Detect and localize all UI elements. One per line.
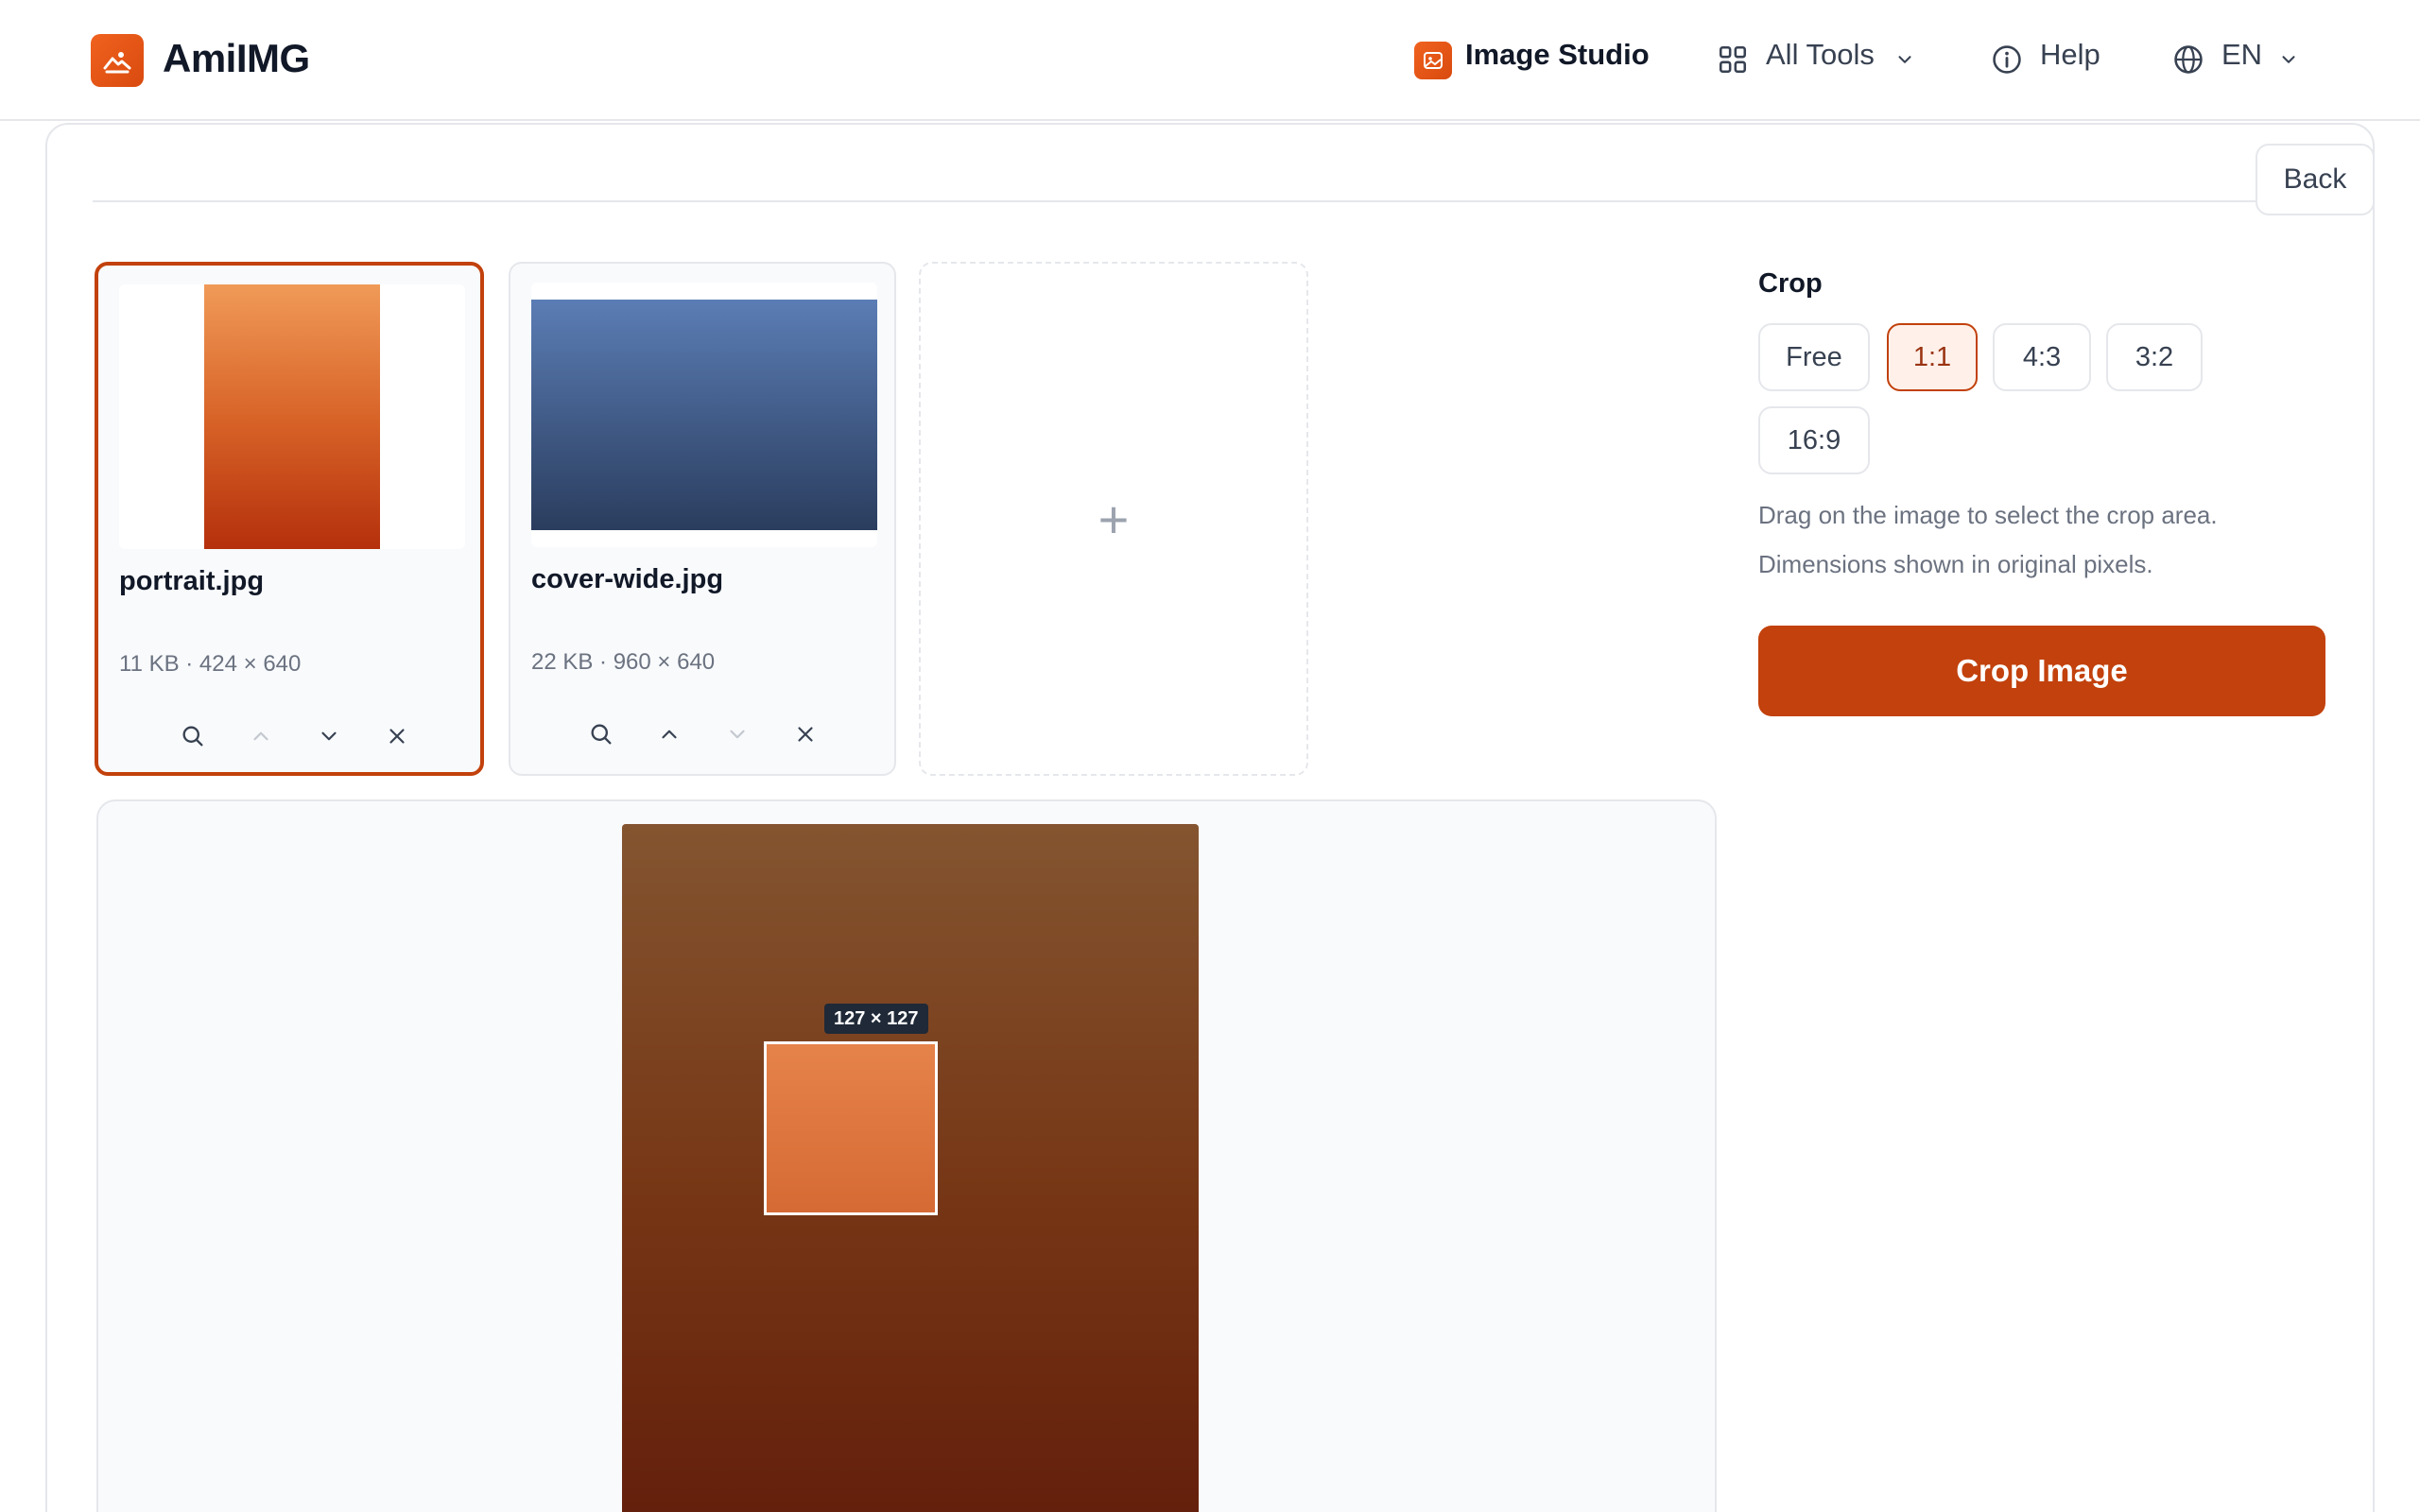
zoom-icon[interactable] bbox=[584, 717, 618, 751]
file-name: portrait.jpg bbox=[119, 566, 265, 596]
move-up-icon[interactable] bbox=[652, 717, 686, 751]
thumbnail-frame bbox=[119, 284, 465, 549]
file-actions bbox=[510, 717, 894, 755]
file-meta: 22 KB · 960 × 640 bbox=[531, 649, 716, 675]
file-actions bbox=[98, 719, 480, 757]
file-meta: 11 KB · 424 × 640 bbox=[119, 651, 302, 677]
file-name: cover-wide.jpg bbox=[531, 564, 724, 594]
thumbnail-image bbox=[204, 284, 380, 549]
ratio-16-9-button[interactable]: 16:9 bbox=[1758, 406, 1870, 474]
chevron-down-icon[interactable] bbox=[1894, 49, 1915, 70]
preview-image[interactable]: 127 × 127 bbox=[622, 824, 1199, 1512]
move-up-icon[interactable] bbox=[244, 719, 278, 753]
language-selector[interactable]: EN bbox=[2221, 38, 2262, 72]
ratio-3-2-button[interactable]: 3:2 bbox=[2106, 323, 2203, 391]
mountain-image-icon bbox=[103, 52, 131, 74]
thumbnail-image bbox=[531, 300, 877, 530]
globe-icon bbox=[2174, 45, 2203, 74]
file-card-portrait[interactable]: portrait.jpg 11 KB · 424 × 640 bbox=[95, 262, 484, 776]
crop-image-button[interactable]: Crop Image bbox=[1758, 626, 2325, 716]
divider bbox=[93, 200, 2257, 202]
logo-text[interactable]: AmiIMG bbox=[163, 36, 310, 81]
crop-preview-area: 127 × 127 bbox=[96, 799, 1717, 1512]
ratio-4-3-button[interactable]: 4:3 bbox=[1993, 323, 2091, 391]
crop-hint-dimensions: Dimensions shown in original pixels. bbox=[1758, 550, 2153, 578]
ratio-free-button[interactable]: Free bbox=[1758, 323, 1870, 391]
chevron-down-icon[interactable] bbox=[2278, 49, 2299, 70]
top-header: AmiIMG Image Studio All Tools Help EN bbox=[0, 0, 2420, 121]
remove-icon[interactable] bbox=[788, 717, 822, 751]
thumbnail-frame bbox=[531, 283, 877, 547]
logo-icon[interactable] bbox=[91, 34, 144, 87]
info-icon bbox=[1993, 45, 2021, 74]
file-card-cover-wide[interactable]: cover-wide.jpg 22 KB · 960 × 640 bbox=[509, 262, 896, 776]
crop-selection-box[interactable] bbox=[764, 1041, 938, 1215]
remove-icon[interactable] bbox=[380, 719, 414, 753]
nav-all-tools[interactable]: All Tools bbox=[1766, 38, 1875, 72]
crop-section-title: Crop bbox=[1758, 268, 1823, 299]
grid-icon bbox=[1719, 45, 1747, 74]
move-down-icon[interactable] bbox=[312, 719, 346, 753]
add-image-button[interactable]: + bbox=[919, 262, 1308, 776]
nav-help[interactable]: Help bbox=[2040, 38, 2100, 72]
move-down-icon[interactable] bbox=[720, 717, 754, 751]
back-button[interactable]: Back bbox=[2256, 144, 2375, 215]
nav-image-studio[interactable]: Image Studio bbox=[1465, 38, 1650, 72]
zoom-icon[interactable] bbox=[176, 719, 210, 753]
crop-hint: Drag on the image to select the crop are… bbox=[1758, 501, 2218, 529]
image-studio-icon bbox=[1414, 42, 1452, 79]
crop-dimensions-label: 127 × 127 bbox=[824, 1004, 928, 1034]
plus-icon: + bbox=[1098, 489, 1130, 549]
ratio-1-1-button[interactable]: 1:1 bbox=[1887, 323, 1978, 391]
